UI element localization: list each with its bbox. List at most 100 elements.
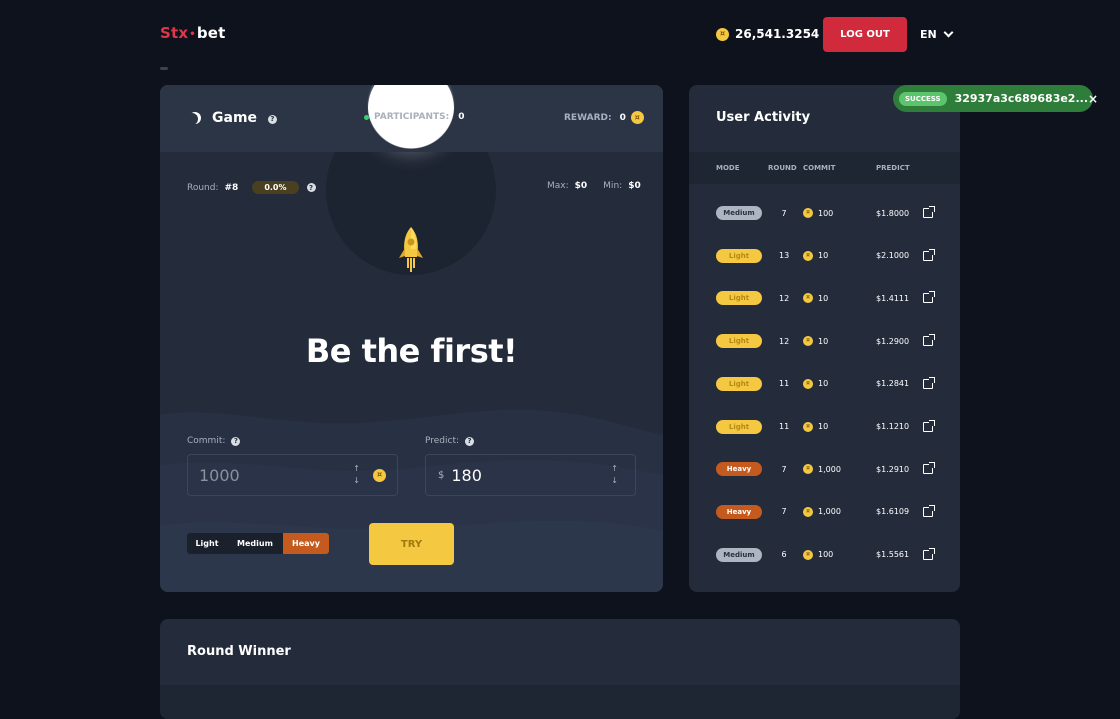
min-value: $0 [628,181,641,191]
coin-icon: ¤ [803,293,813,304]
table-row[interactable]: Light 12 ¤ 10 $1.2900 [689,331,960,351]
reward-indicator: REWARD: 0 ¤ [564,111,644,124]
mode-selector[interactable]: Light Medium Heavy [187,533,329,554]
round-cell: 7 [781,464,787,474]
table-row[interactable]: Heavy 7 ¤ 1,000 $1.2910 [689,459,960,479]
commit-cell: 10 [818,293,829,303]
commit-value[interactable]: 1000 [199,466,240,485]
commit-input[interactable]: 1000 ↑ ↓ ¤ [187,454,398,496]
commit-cell: 1,000 [818,507,841,517]
predict-cell: $1.2900 [876,336,910,346]
coin-icon: ¤ [803,208,813,218]
arrow-up-icon[interactable]: ↑ [611,464,618,474]
column-header-mode: MODE [716,164,740,172]
coin-icon: ¤ [803,336,813,347]
table-row[interactable]: Light 11 ¤ 10 $1.1210 [689,417,960,437]
participants-value: 0 [458,112,465,122]
predict-cell: $1.2841 [876,379,910,389]
commit-cell: 10 [818,251,829,261]
table-row[interactable]: Medium 6 ¤ 100 $1.5561 [689,545,960,565]
predict-stepper[interactable]: ↑ ↓ [611,464,618,486]
round-cell: 13 [779,251,790,261]
round-cell: 12 [779,336,790,346]
external-link-icon[interactable] [923,547,935,560]
language-value: EN [920,28,937,41]
mode-light[interactable]: Light [187,533,227,554]
close-icon[interactable]: × [1088,92,1098,106]
mode-badge: Light [716,376,762,391]
commit-label: Commit: ? [187,436,241,446]
round-cell: 11 [779,379,790,389]
predict-cell: $1.6109 [876,507,910,517]
external-link-icon[interactable] [923,206,935,218]
commit-stepper[interactable]: ↑ ↓ [353,464,360,486]
round-cell: 12 [779,293,790,303]
mode-badge: Light [716,248,762,263]
headline: Be the first! [305,332,518,370]
help-icon[interactable]: ? [231,436,241,446]
column-header-commit: COMMIT [803,164,836,172]
coin-icon: ¤ [373,468,386,482]
commit-cell: 10 [818,336,829,346]
help-icon[interactable]: ? [267,114,277,124]
external-link-icon[interactable] [923,376,935,389]
commit-cell: 10 [818,379,829,389]
predict-cell: $1.4111 [876,293,910,303]
commit-label-text: Commit: [187,436,226,446]
arrow-down-icon[interactable]: ↓ [353,476,360,486]
commit-cell: 1,000 [818,464,841,474]
coin-icon: ¤ [803,378,813,389]
arrow-up-icon[interactable]: ↑ [353,464,360,474]
help-icon[interactable]: ? [306,183,316,192]
mode-badge: Medium [716,206,762,220]
balance-dropdown[interactable]: ¤ 26,541.3254 [716,25,843,41]
predict-cell: $1.5561 [876,550,910,560]
round-cell: 11 [779,422,790,431]
logout-button[interactable]: LOG OUT [823,17,907,52]
brand-logo[interactable]: Stx•bet [160,24,226,42]
logo-text-secondary: bet [196,24,226,42]
rocket-icon [399,227,423,272]
success-toast: SUCCESS 32937a3c689683e2... × [893,85,1098,112]
table-row[interactable]: Medium 7 ¤ 100 $1.8000 [689,203,960,223]
chevron-down-icon [943,27,954,38]
predict-input[interactable]: $ 180 ↑ ↓ [425,454,636,496]
language-selector[interactable]: EN [920,27,954,41]
game-title-text: Game [212,110,258,126]
round-cell: 7 [781,208,787,218]
table-row[interactable]: Light 11 ¤ 10 $1.2841 [689,374,960,394]
predict-value[interactable]: 180 [451,466,482,485]
external-link-icon[interactable] [923,504,935,517]
mode-medium[interactable]: Medium [227,533,283,554]
external-link-icon[interactable] [923,291,935,304]
external-link-icon[interactable] [923,462,935,475]
currency-symbol: $ [438,469,445,481]
mode-heavy[interactable]: Heavy [283,533,329,554]
help-icon[interactable]: ? [465,436,475,446]
predict-label-text: Predict: [425,436,460,446]
table-row[interactable]: Light 13 ¤ 10 $2.1000 [689,246,960,266]
round-number: #8 [224,182,239,193]
round-winner-table-header [160,685,960,719]
table-row[interactable]: Light 12 ¤ 10 $1.4111 [689,288,960,308]
column-header-round: ROUND [768,164,797,172]
commit-cell: 100 [818,208,834,218]
table-row[interactable]: Heavy 7 ¤ 1,000 $1.6109 [689,502,960,522]
max-label: Max: [547,181,569,191]
predict-cell: $1.1210 [876,422,910,431]
external-link-icon[interactable] [923,248,935,261]
round-info: Round: #8 0.0% ? [187,181,316,194]
mode-badge: Medium [716,547,762,562]
try-button[interactable]: TRY [369,523,454,565]
external-link-icon[interactable] [923,334,935,347]
toast-message: 32937a3c689683e2... [954,92,1089,105]
game-title-final: Game ? [212,110,277,126]
round-cell: 7 [781,507,787,517]
game-panel: Game ? PARTICIPANTS: 0 REWARD: 0 ¤ Game … [160,85,663,592]
external-link-icon[interactable] [923,419,935,432]
arrow-down-icon[interactable]: ↓ [611,476,618,486]
max-value: $0 [574,181,588,191]
predict-cell: $1.2910 [876,464,910,474]
coin-icon: ¤ [803,506,813,517]
reward-value: 0 [619,112,626,123]
